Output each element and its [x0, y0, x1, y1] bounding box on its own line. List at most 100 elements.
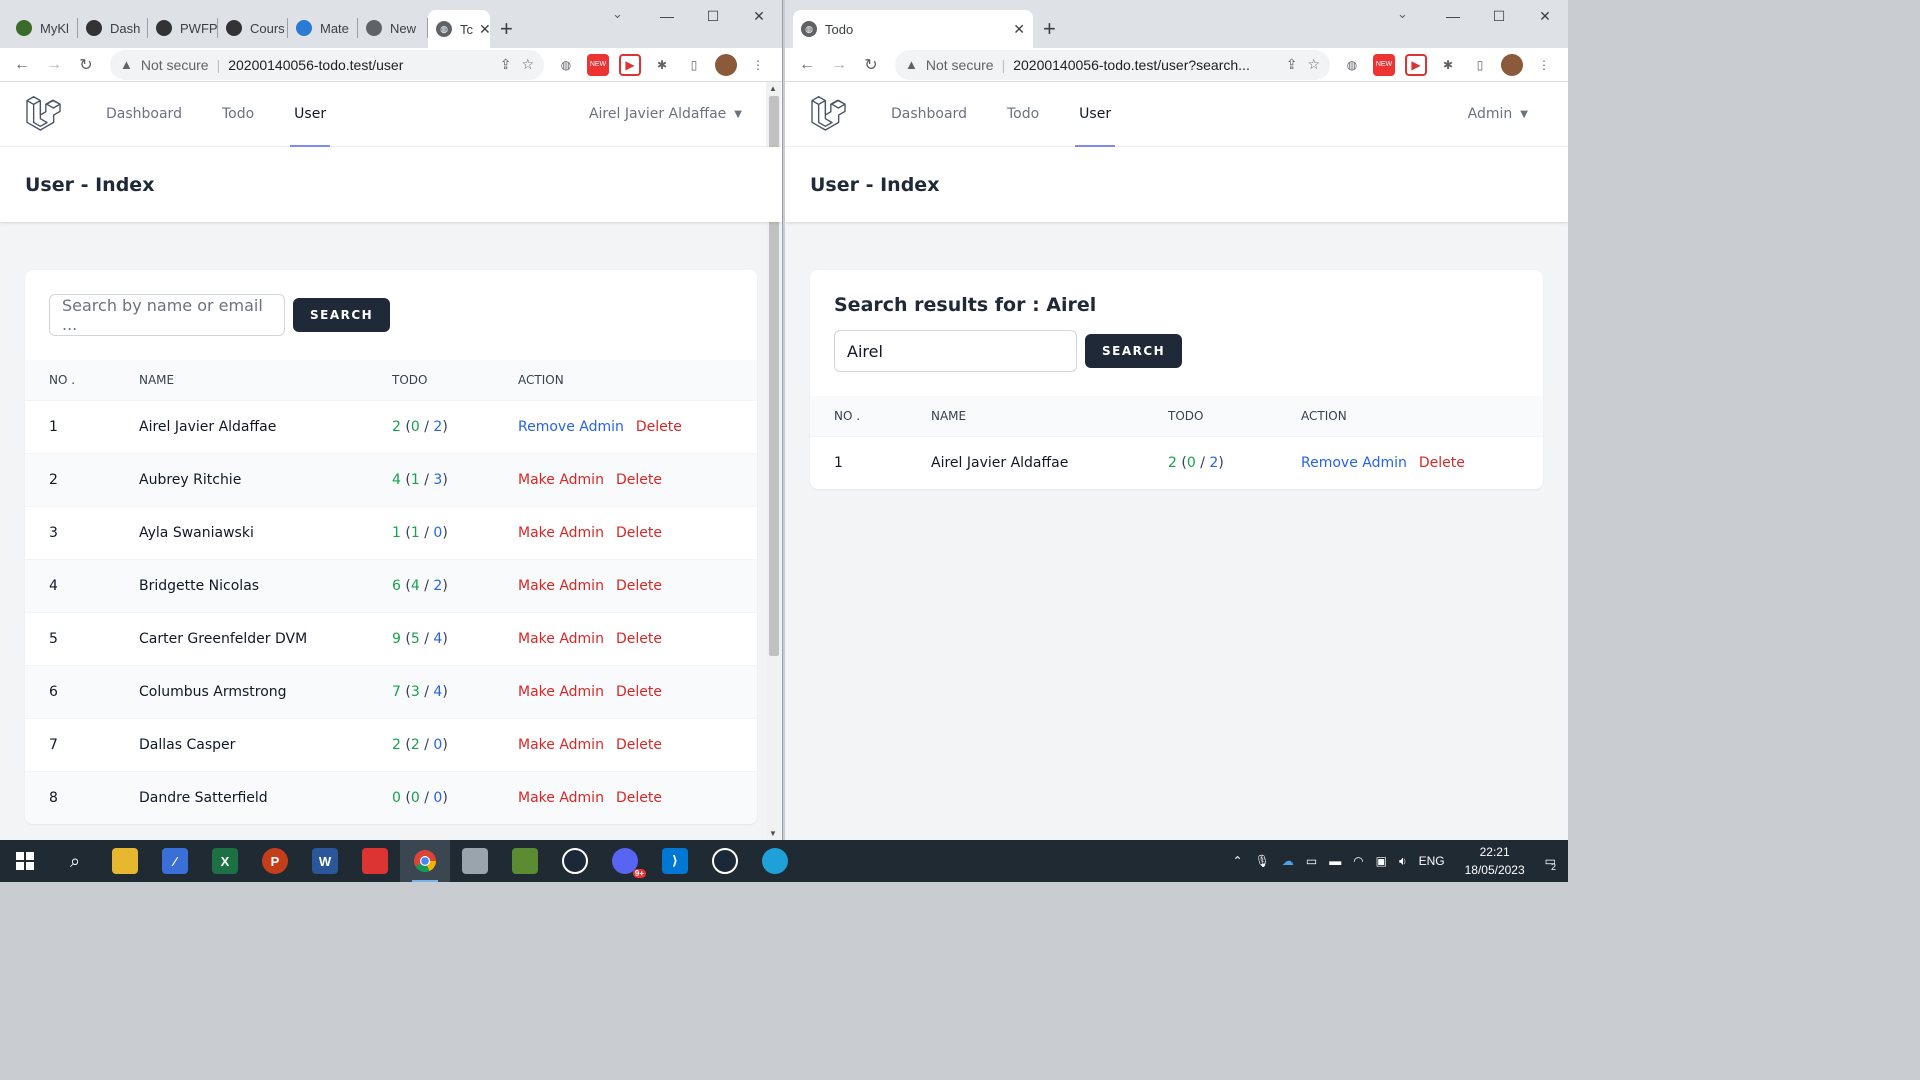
bookmark-star-icon[interactable]: ☆: [1307, 56, 1320, 73]
delete-link[interactable]: Delete: [616, 684, 662, 700]
make-admin-link[interactable]: Make Admin: [518, 525, 604, 541]
new-tab-button[interactable]: +: [500, 18, 513, 40]
back-icon[interactable]: ←: [793, 51, 821, 79]
powerpoint-icon[interactable]: P: [250, 840, 300, 882]
puzzle-icon[interactable]: ✱: [651, 54, 673, 76]
laravel-logo-icon[interactable]: [25, 96, 61, 132]
make-admin-link[interactable]: Make Admin: [518, 684, 604, 700]
minimize-icon[interactable]: —: [1430, 0, 1476, 32]
file-explorer-icon[interactable]: [100, 840, 150, 882]
scroll-up-icon[interactable]: ▲: [769, 84, 777, 93]
profile-avatar[interactable]: [1501, 53, 1523, 76]
account-dropdown[interactable]: Airel Javier Aldaffae ▼: [589, 106, 742, 122]
search-input[interactable]: Search by name or email ...: [49, 294, 285, 336]
new-extension-icon[interactable]: NEW: [587, 53, 609, 76]
video-extension-icon[interactable]: ▶: [619, 53, 641, 76]
menu-kebab-icon[interactable]: ⋮: [1533, 54, 1555, 76]
tab-item[interactable]: Cours: [218, 18, 288, 38]
chrome-icon[interactable]: [400, 840, 450, 882]
reload-icon[interactable]: ↻: [72, 51, 100, 79]
new-extension-icon[interactable]: NEW: [1373, 53, 1395, 76]
tab-item[interactable]: New: [358, 18, 428, 38]
clock[interactable]: 22:21 18/05/2023: [1465, 843, 1525, 879]
word-icon[interactable]: W: [300, 840, 350, 882]
make-admin-link[interactable]: Make Admin: [518, 737, 604, 753]
windows-start-icon[interactable]: [0, 840, 50, 882]
address-bar[interactable]: ▲ Not secure | 20200140056-todo.test/use…: [110, 49, 544, 80]
remove-admin-link[interactable]: Remove Admin: [518, 419, 624, 435]
remote-desktop-icon[interactable]: [450, 840, 500, 882]
notifications-icon[interactable]: ▭ 2: [1545, 854, 1556, 872]
onedrive-icon[interactable]: ☁: [1282, 854, 1294, 868]
nav-user[interactable]: User: [1075, 82, 1116, 147]
battery-icon[interactable]: ▬: [1329, 854, 1341, 868]
puzzle-icon[interactable]: ✱: [1437, 54, 1459, 76]
steam-icon[interactable]: [550, 840, 600, 882]
forward-icon[interactable]: →: [40, 51, 68, 79]
delete-link[interactable]: Delete: [616, 525, 662, 541]
new-tab-button[interactable]: +: [1043, 18, 1056, 40]
globe-extension-icon[interactable]: ◍: [1341, 54, 1363, 76]
minecraft-icon[interactable]: [500, 840, 550, 882]
cast-icon[interactable]: ▣: [1376, 854, 1387, 868]
language-indicator[interactable]: ENG: [1419, 854, 1445, 868]
discord-icon[interactable]: 9+: [600, 840, 650, 882]
search-input[interactable]: Airel: [834, 330, 1077, 372]
sidepanel-icon[interactable]: ▯: [683, 54, 705, 76]
share-icon[interactable]: ⇪: [1286, 56, 1298, 73]
remove-admin-link[interactable]: Remove Admin: [1301, 455, 1407, 471]
close-tab-icon[interactable]: ✕: [1007, 21, 1025, 38]
laravel-logo-icon[interactable]: [810, 96, 846, 132]
delete-link[interactable]: Delete: [616, 737, 662, 753]
nav-dashboard[interactable]: Dashboard: [106, 82, 182, 147]
maximize-icon[interactable]: ☐: [1476, 0, 1522, 32]
close-tab-icon[interactable]: ✕: [473, 21, 490, 38]
share-icon[interactable]: ⇪: [500, 56, 512, 73]
nav-user[interactable]: User: [290, 82, 331, 147]
tab-search-icon[interactable]: ⌄: [1397, 6, 1408, 22]
tab-search-icon[interactable]: ⌄: [612, 6, 623, 22]
profile-avatar[interactable]: [715, 53, 737, 76]
menu-kebab-icon[interactable]: ⋮: [747, 54, 769, 76]
bookmark-star-icon[interactable]: ☆: [521, 56, 534, 73]
close-window-icon[interactable]: ✕: [1522, 0, 1568, 32]
make-admin-link[interactable]: Make Admin: [518, 790, 604, 806]
nav-todo[interactable]: Todo: [222, 82, 254, 147]
volume-icon[interactable]: 🔉︎: [1399, 854, 1407, 869]
scroll-down-icon[interactable]: ▼: [769, 829, 777, 838]
nav-dashboard[interactable]: Dashboard: [891, 82, 967, 147]
make-admin-link[interactable]: Make Admin: [518, 631, 604, 647]
search-button[interactable]: SEARCH: [293, 298, 391, 332]
delete-link[interactable]: Delete: [616, 472, 662, 488]
forward-icon[interactable]: →: [825, 51, 853, 79]
tab-item[interactable]: MyKl: [8, 18, 78, 38]
photos-icon[interactable]: [350, 840, 400, 882]
maximize-icon[interactable]: ☐: [690, 0, 736, 32]
microphone-icon[interactable]: 🎙︎: [1255, 854, 1270, 868]
steam-icon-2[interactable]: [700, 840, 750, 882]
delete-link[interactable]: Delete: [636, 419, 682, 435]
globe-extension-icon[interactable]: ◍: [555, 54, 577, 76]
delete-link[interactable]: Delete: [616, 631, 662, 647]
tab-active[interactable]: ◍ Tc ✕: [428, 10, 490, 48]
excel-icon[interactable]: X: [200, 840, 250, 882]
delete-link[interactable]: Delete: [1419, 455, 1465, 471]
delete-link[interactable]: Delete: [616, 578, 662, 594]
edge-icon[interactable]: [750, 840, 800, 882]
address-bar[interactable]: ▲ Not secure | 20200140056-todo.test/use…: [895, 49, 1330, 80]
account-dropdown[interactable]: Admin ▼: [1468, 106, 1528, 122]
make-admin-link[interactable]: Make Admin: [518, 472, 604, 488]
meet-icon[interactable]: ▭: [1306, 854, 1317, 868]
sidepanel-icon[interactable]: ▯: [1469, 54, 1491, 76]
visual-studio-icon[interactable]: ∕: [150, 840, 200, 882]
search-button[interactable]: SEARCH: [1085, 334, 1183, 368]
tab-item[interactable]: PWFP: [148, 18, 218, 38]
tab-item[interactable]: Mate: [288, 18, 358, 38]
video-extension-icon[interactable]: ▶: [1405, 53, 1427, 76]
reload-icon[interactable]: ↻: [857, 51, 885, 79]
tab-active[interactable]: ◍ Todo ✕: [793, 10, 1033, 48]
close-window-icon[interactable]: ✕: [736, 0, 782, 32]
wifi-icon[interactable]: ◠: [1353, 854, 1363, 868]
tab-item[interactable]: Dash: [78, 18, 148, 38]
search-icon[interactable]: ⌕: [50, 840, 100, 882]
